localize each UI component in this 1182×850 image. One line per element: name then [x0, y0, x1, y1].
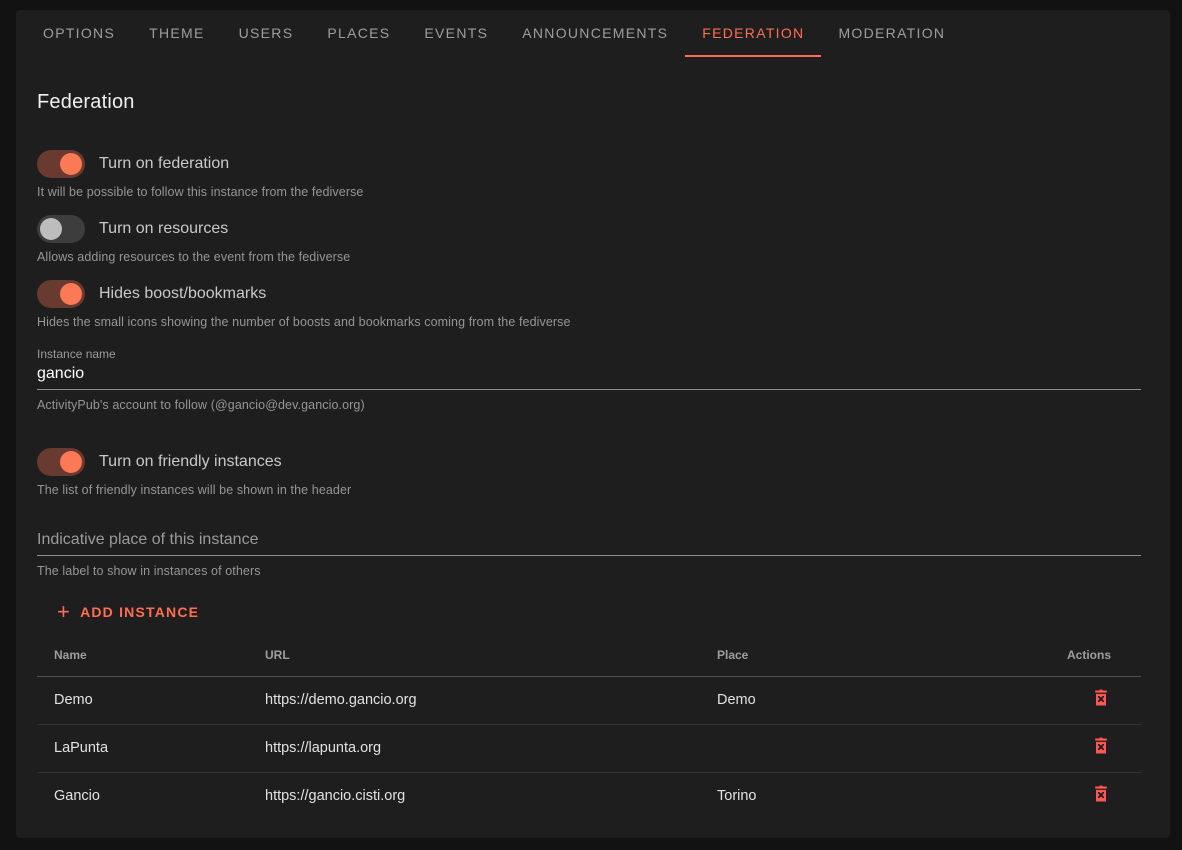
- hide-boosts-toggle[interactable]: [37, 280, 85, 308]
- resources-toggle[interactable]: [37, 215, 85, 243]
- setting-federation: Turn on federation It will be possible t…: [37, 150, 1141, 199]
- setting-label: Turn on resources: [99, 220, 228, 238]
- setting-hint: The list of friendly instances will be s…: [37, 483, 1141, 497]
- toggle-thumb: [60, 153, 82, 175]
- setting-hint: Allows adding resources to the event fro…: [37, 250, 1141, 264]
- tab-label: USERS: [239, 25, 294, 41]
- cell-url: https://lapunta.org: [265, 724, 717, 772]
- instance-name-field-group: Instance name ActivityPub's account to f…: [37, 347, 1141, 412]
- column-header-name: Name: [37, 634, 265, 676]
- cell-place: [717, 724, 1047, 772]
- setting-resources: Turn on resources Allows adding resource…: [37, 215, 1141, 264]
- instance-name-input[interactable]: [37, 363, 1141, 390]
- toggle-thumb: [60, 283, 82, 305]
- tab-moderation[interactable]: MODERATION: [821, 10, 962, 57]
- tab-label: PLACES: [327, 25, 390, 41]
- friendly-instances-table: Name URL Place Actions Demo https://demo…: [37, 634, 1141, 820]
- admin-tabbar: OPTIONS THEME USERS PLACES EVENTS ANNOUN…: [16, 10, 1170, 57]
- tab-theme[interactable]: THEME: [132, 10, 222, 57]
- cell-place: Demo: [717, 676, 1047, 724]
- setting-label: Hides boost/bookmarks: [99, 285, 266, 303]
- tab-federation[interactable]: FEDERATION: [685, 10, 821, 57]
- tab-label: THEME: [149, 25, 205, 41]
- cell-url: https://gancio.cisti.org: [265, 772, 717, 820]
- tab-label: ANNOUNCEMENTS: [522, 25, 668, 41]
- tab-options[interactable]: OPTIONS: [26, 10, 132, 57]
- setting-hide-boosts: Hides boost/bookmarks Hides the small ic…: [37, 280, 1141, 329]
- trash-icon: [1091, 688, 1111, 708]
- cell-place: Torino: [717, 772, 1047, 820]
- friendly-instances-toggle[interactable]: [37, 448, 85, 476]
- trash-icon: [1091, 784, 1111, 804]
- setting-label: Turn on friendly instances: [99, 453, 282, 471]
- cell-name: Demo: [37, 676, 265, 724]
- column-header-url: URL: [265, 634, 717, 676]
- cell-url: https://demo.gancio.org: [265, 676, 717, 724]
- instance-place-hint: The label to show in instances of others: [37, 564, 1141, 578]
- tab-label: OPTIONS: [43, 25, 115, 41]
- table-row: LaPunta https://lapunta.org: [37, 724, 1141, 772]
- delete-instance-button[interactable]: [1091, 688, 1111, 708]
- tab-label: FEDERATION: [702, 25, 804, 41]
- delete-instance-button[interactable]: [1091, 736, 1111, 756]
- admin-settings-card: OPTIONS THEME USERS PLACES EVENTS ANNOUN…: [16, 10, 1170, 838]
- cell-name: LaPunta: [37, 724, 265, 772]
- add-instance-button[interactable]: + ADD INSTANCE: [57, 604, 199, 620]
- table-row: Gancio https://gancio.cisti.org Torino: [37, 772, 1141, 820]
- tab-places[interactable]: PLACES: [310, 10, 407, 57]
- instance-name-hint: ActivityPub's account to follow (@gancio…: [37, 398, 1141, 412]
- federation-toggle[interactable]: [37, 150, 85, 178]
- page-title: Federation: [37, 91, 1141, 114]
- setting-hint: Hides the small icons showing the number…: [37, 315, 1141, 329]
- table-row: Demo https://demo.gancio.org Demo: [37, 676, 1141, 724]
- instance-place-input[interactable]: [37, 529, 1141, 556]
- cell-name: Gancio: [37, 772, 265, 820]
- column-header-actions: Actions: [1047, 634, 1141, 676]
- tab-events[interactable]: EVENTS: [407, 10, 505, 57]
- setting-label: Turn on federation: [99, 155, 229, 173]
- add-instance-label: ADD INSTANCE: [80, 604, 199, 620]
- federation-settings-panel: Federation Turn on federation It will be…: [16, 91, 1170, 820]
- delete-instance-button[interactable]: [1091, 784, 1111, 804]
- plus-icon: +: [57, 605, 71, 619]
- setting-friendly-instances: Turn on friendly instances The list of f…: [37, 448, 1141, 497]
- toggle-thumb: [40, 218, 62, 240]
- trash-icon: [1091, 736, 1111, 756]
- tab-label: MODERATION: [838, 25, 945, 41]
- setting-hint: It will be possible to follow this insta…: [37, 185, 1141, 199]
- instance-place-field-group: The label to show in instances of others: [37, 529, 1141, 578]
- tab-users[interactable]: USERS: [222, 10, 311, 57]
- table-header-row: Name URL Place Actions: [37, 634, 1141, 676]
- tab-announcements[interactable]: ANNOUNCEMENTS: [505, 10, 685, 57]
- instance-name-label: Instance name: [37, 347, 1141, 361]
- toggle-thumb: [60, 451, 82, 473]
- tab-label: EVENTS: [424, 25, 488, 41]
- column-header-place: Place: [717, 634, 1047, 676]
